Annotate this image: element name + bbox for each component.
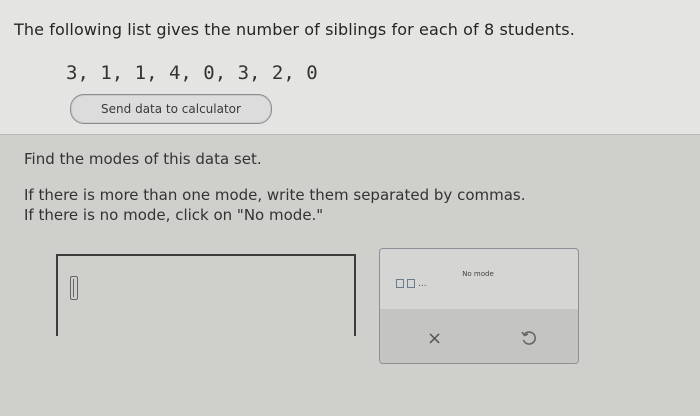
instruction-line-2: If there is no mode, click on "No mode." xyxy=(24,206,324,224)
dataset-values: 3, 1, 1, 4, 0, 3, 2, 0 xyxy=(66,62,318,84)
answer-input[interactable] xyxy=(56,254,356,336)
section-divider xyxy=(0,134,700,135)
send-data-to-calculator-button[interactable]: Send data to calculator xyxy=(70,94,272,124)
question-text: Find the modes of this data set. xyxy=(24,150,262,168)
undo-icon[interactable] xyxy=(520,329,538,347)
text-cursor-icon xyxy=(70,276,78,300)
no-mode-button[interactable]: No mode xyxy=(460,269,496,279)
ellipsis: ... xyxy=(418,279,427,289)
keypad-bottom-row xyxy=(380,309,578,363)
set-of-boxes-icon[interactable]: ... xyxy=(396,279,427,289)
problem-prompt: The following list gives the number of s… xyxy=(14,20,575,39)
answer-keypad: ... No mode × xyxy=(379,248,579,364)
box-icon xyxy=(407,279,415,288)
box-icon xyxy=(396,279,404,288)
clear-x-icon[interactable]: × xyxy=(427,328,442,349)
instruction-line-1: If there is more than one mode, write th… xyxy=(24,186,526,204)
